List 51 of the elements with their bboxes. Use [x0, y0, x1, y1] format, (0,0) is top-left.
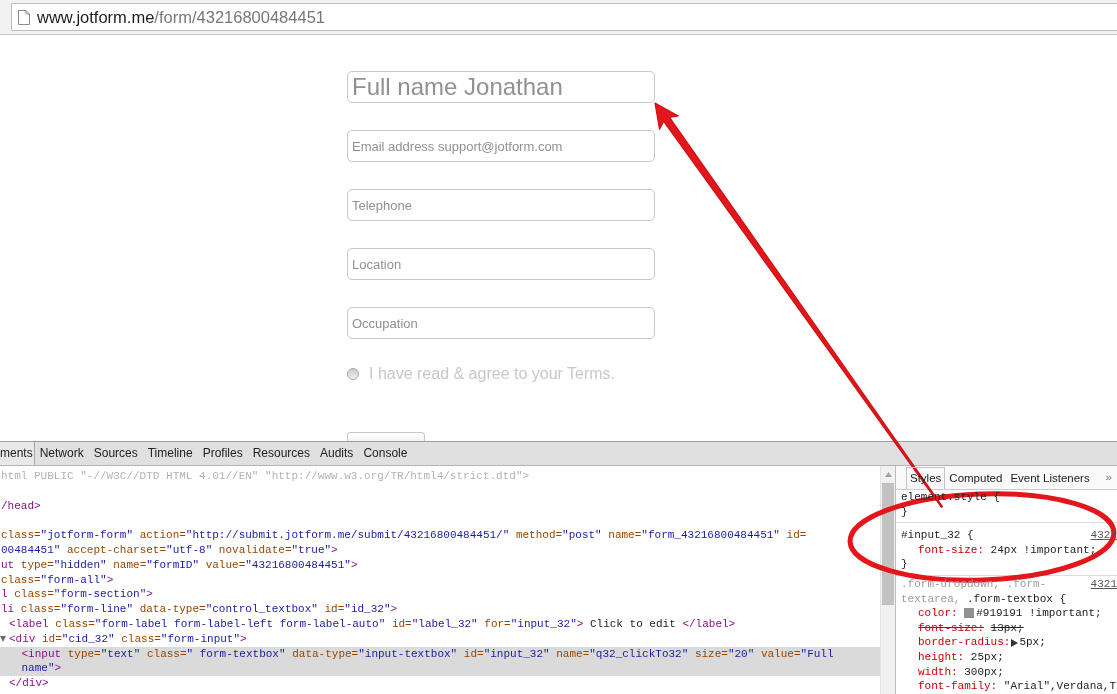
more-tabs-button[interactable]: » — [1100, 467, 1117, 489]
code-line[interactable]: 00484451" accept-charset="utf-8" novalidate="true"> — [1, 543, 338, 558]
css-value: "Arial",Verdana,T — [1003, 679, 1117, 694]
devtools-tab[interactable]: Console — [358, 442, 413, 465]
css-brace: } — [901, 557, 908, 572]
css-brace: } — [901, 504, 908, 520]
css-value: 24px !important; — [990, 542, 1097, 558]
code-line[interactable]: </div> — [9, 676, 49, 691]
code-line[interactable]: ut type="hidden" name="formID" value="43216800484451"> — [1, 557, 358, 573]
css-value: 13px; — [990, 620, 1024, 636]
css-value: 300px; — [964, 664, 1004, 680]
css-value: #919191 !important; — [976, 606, 1102, 621]
code-line[interactable]: li class="form-line" data-type="control_textbox" id="id_32"> — [1, 602, 398, 617]
code-line[interactable]: class="jotform-form" action="http://submit.jotform.me/submit/43216800484451/" method="post" name="form_43216800484451" id= — [1, 528, 807, 543]
code-line[interactable]: class="form-all"> — [1, 572, 114, 588]
devtools-tab[interactable]: Resources — [247, 442, 315, 465]
css-value: 25px; — [970, 649, 1004, 665]
css-value: 5px; — [1019, 635, 1046, 650]
css-selector: #input_32 { — [901, 528, 974, 543]
devtools-tab[interactable]: Audits — [315, 442, 359, 465]
css-property: color: — [918, 606, 958, 621]
devtools-tab[interactable]: Sources — [88, 442, 143, 465]
scroll-up-arrow-icon[interactable] — [884, 472, 892, 477]
sidebar-tab[interactable]: Event Listeners — [1006, 467, 1094, 489]
devtools-tab[interactable]: Network — [34, 442, 89, 465]
address-field[interactable]: www.jotform.me/form/43216800484451 — [11, 3, 1117, 31]
code-line[interactable]: l class="form-section"> — [1, 587, 153, 603]
sidebar-tab[interactable]: Computed — [945, 467, 1007, 489]
code-line[interactable]: <div id="cid_32" class="form-input"> — [9, 631, 247, 647]
css-selector: .form-textbox { — [967, 591, 1067, 607]
devtools-tab[interactable]: Timeline — [142, 442, 198, 465]
css-property: width: — [918, 664, 958, 680]
scrollbar-thumb[interactable] — [882, 483, 894, 605]
css-property: height: — [918, 649, 965, 665]
devtools-tab[interactable]: Profiles — [197, 442, 248, 465]
color-swatch-icon[interactable] — [964, 608, 975, 619]
devtools-tab[interactable]: ments — [0, 442, 35, 465]
css-selector: textarea, — [901, 591, 962, 607]
expand-triangle-icon[interactable] — [1011, 638, 1019, 647]
form-button[interactable] — [347, 432, 425, 441]
source-link[interactable]: 4321 — [1090, 576, 1117, 592]
css-property: font-family: — [918, 679, 998, 694]
css-property: border-radius: — [918, 635, 1011, 650]
css-property: font-size: — [918, 542, 984, 558]
page-icon — [18, 9, 30, 25]
disclosure-triangle-icon[interactable] — [0, 636, 6, 643]
code-line[interactable]: <label class="form-label form-label-left form-label-auto" id="label_32" for="input_32"> Click to edit </label> — [9, 616, 736, 632]
url-text: www.jotform.me/form/43216800484451 — [37, 7, 325, 27]
radio-button[interactable] — [347, 368, 359, 380]
code-line[interactable]: /head> — [1, 498, 41, 514]
css-property: font-size: — [918, 620, 984, 636]
